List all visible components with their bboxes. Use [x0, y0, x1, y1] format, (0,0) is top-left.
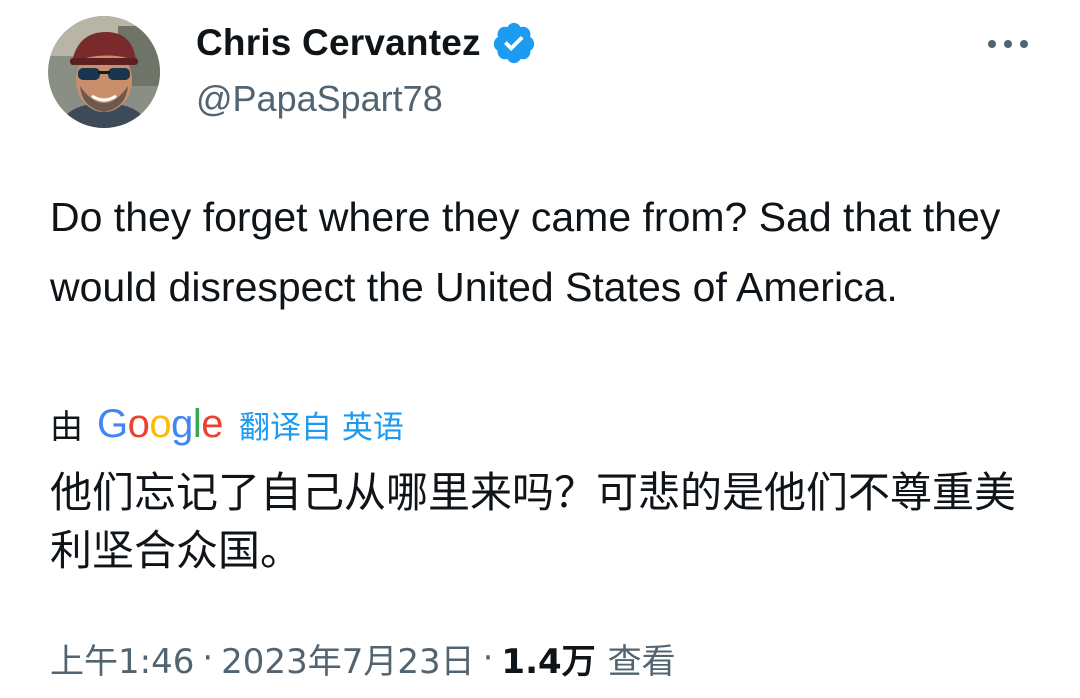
views-label[interactable]: 查看	[608, 634, 676, 683]
avatar[interactable]	[48, 16, 160, 128]
author-name-row[interactable]: Chris Cervantez	[196, 16, 537, 70]
views-count[interactable]: 1.4万	[501, 634, 595, 683]
translation-attribution: 由 Google 翻译自 英语	[50, 396, 404, 452]
tweet-meta: 上午1:46 · 2023年7月23日 · 1.4万 查看	[50, 630, 676, 686]
avatar-photo-icon	[48, 16, 160, 128]
translated-by-label: 由	[50, 407, 83, 446]
tweet-text: Do they forget where they came from? Sad…	[50, 194, 1001, 310]
author-display-name[interactable]: Chris Cervantez	[196, 16, 481, 70]
verified-badge-icon	[491, 20, 537, 66]
tweet-date[interactable]: 2023年7月23日	[221, 634, 474, 683]
author-handle[interactable]: @PapaSpart78	[196, 74, 443, 124]
translated-text: 他们忘记了自己从哪里来吗？可悲的是他们不尊重美利坚合众国。	[50, 468, 1017, 575]
google-logo: Google	[97, 402, 224, 446]
tweet-time[interactable]: 上午1:46	[50, 634, 194, 683]
meta-separator: ·	[202, 638, 214, 678]
tweet-card: Chris Cervantez @PapaSpart78 Do they for…	[0, 0, 1080, 698]
translated-from-link[interactable]: 翻译自 英语	[239, 402, 404, 447]
meta-separator: ·	[482, 638, 494, 678]
more-options-button[interactable]	[980, 24, 1036, 64]
more-dots-icon	[988, 40, 1028, 48]
